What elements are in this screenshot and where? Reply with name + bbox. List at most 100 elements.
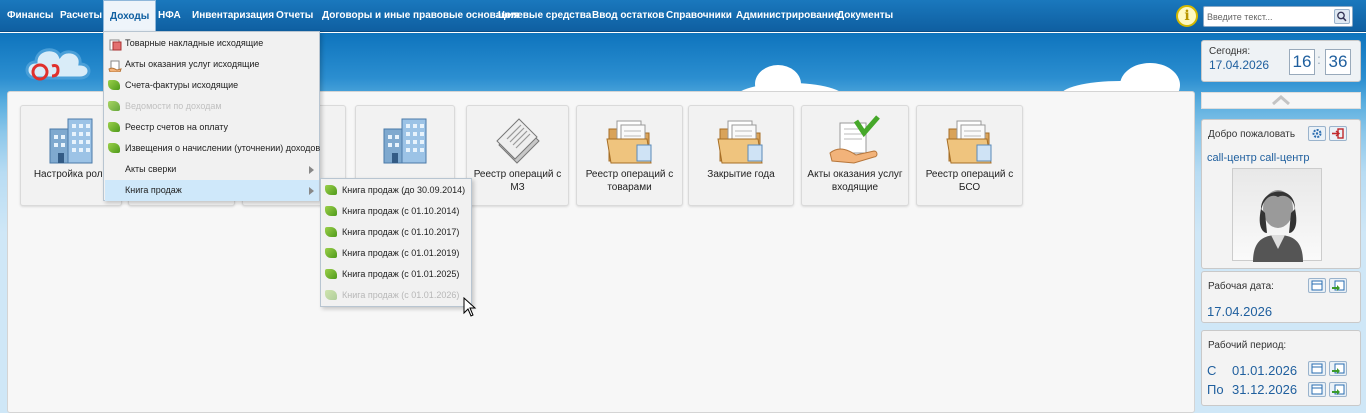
work-date-value: 17.04.2026 (1207, 304, 1273, 319)
leaf-icon (325, 290, 337, 301)
dropdown-item-2[interactable]: Счета-фактуры исходящие (105, 75, 319, 96)
submenu-item-label: Книга продаж (до 30.09.2014) (342, 185, 466, 195)
submenu-item-label: Книга продаж (с 01.01.2019) (342, 248, 460, 258)
submenu-item-label: Книга продаж (с 01.10.2014) (342, 206, 460, 216)
menu-item-0[interactable]: Финансы (7, 0, 53, 32)
period-to-calendar-button[interactable] (1308, 382, 1326, 397)
tile-label: Акты оказания услуг входящие (807, 169, 903, 193)
chevron-right-icon (309, 187, 314, 195)
menu-item-10[interactable]: Администрирование (736, 0, 840, 32)
gear-icon (1312, 129, 1322, 138)
work-date-calendar-button[interactable] (1308, 278, 1326, 293)
document-stack-icon (491, 115, 545, 167)
leaf-icon (108, 80, 120, 91)
submenu-item-2[interactable]: Книга продаж (с 01.10.2017) (322, 222, 471, 243)
settings-button[interactable] (1308, 126, 1326, 141)
menu-item-3[interactable]: НФА (158, 0, 181, 32)
period-to-label: По (1207, 382, 1224, 397)
dropdown-item-label: Ведомости по доходам (125, 101, 222, 111)
leaf-icon (325, 206, 337, 217)
logo-icon (25, 48, 91, 81)
period-from-value: 01.01.2026 (1232, 363, 1298, 378)
tile-label: Реестр операций с товарами (585, 169, 674, 193)
dropdown-item-3: Ведомости по доходам (105, 96, 319, 117)
calendar-icon (1311, 280, 1323, 291)
leaf-icon (108, 143, 120, 154)
tile-8[interactable]: Реестр операций с БСО (916, 105, 1023, 206)
search-icon (1337, 11, 1347, 22)
calendar-icon (1311, 363, 1323, 374)
period-to-apply-button[interactable] (1329, 382, 1347, 397)
menu-item-6[interactable]: Договоры и иные правовые основания (322, 0, 519, 32)
dropdown-item-0[interactable]: Товарные накладные исходящие (105, 33, 319, 54)
work-date-panel: Рабочая дата: 17.04.2026 (1201, 271, 1361, 323)
dropdown-item-6[interactable]: Акты сверки (105, 159, 319, 180)
dropdown-item-label: Акты сверки (125, 164, 177, 174)
period-from-apply-button[interactable] (1329, 361, 1347, 376)
menu-item-9[interactable]: Справочники (666, 0, 732, 32)
income-dropdown-menu: Товарные накладные исходящие Акты оказани… (103, 31, 320, 201)
work-date-apply-button[interactable] (1329, 278, 1347, 293)
period-from-calendar-button[interactable] (1308, 361, 1326, 376)
tile-6[interactable]: Закрытие года (688, 105, 794, 206)
chevron-up-icon (1272, 95, 1290, 106)
submenu-item-5: Книга продаж (с 01.01.2026) (322, 285, 471, 306)
folder-docs-icon (714, 115, 768, 167)
tile-label: Закрытие года (707, 169, 775, 180)
calendar-arrow-icon (1332, 280, 1345, 291)
folder-docs-icon (603, 115, 657, 167)
dropdown-item-4[interactable]: Реестр счетов на оплату (105, 117, 319, 138)
welcome-panel: Добро пожаловать call-центр call-центр (1201, 119, 1361, 269)
tile-5[interactable]: Реестр операций с товарами (576, 105, 683, 206)
dropdown-item-label: Счета-фактуры исходящие (125, 80, 239, 90)
logout-button[interactable] (1329, 126, 1347, 141)
tile-label: Реестр операций с БСО (925, 169, 1014, 193)
leaf-icon (108, 101, 120, 112)
submenu-item-1[interactable]: Книга продаж (с 01.10.2014) (322, 201, 471, 222)
leaf-icon (325, 269, 337, 280)
top-menu-bar: Финансы Расчеты Доходы НФА Инвентаризация Отч… (0, 0, 1366, 32)
menu-item-7[interactable]: Целевые средства (498, 0, 591, 32)
calendar-arrow-icon (1332, 384, 1345, 395)
dropdown-item-1[interactable]: Акты оказания услуг исходящие (105, 54, 319, 75)
leaf-icon (108, 122, 120, 133)
welcome-title: Добро пожаловать (1208, 129, 1296, 140)
submenu-item-label: Книга продаж (с 01.01.2025) (342, 269, 460, 279)
menu-item-5[interactable]: Отчеты (276, 0, 313, 32)
submenu-item-0[interactable]: Книга продаж (до 30.09.2014) (322, 180, 471, 201)
dropdown-item-7[interactable]: Книга продаж (105, 180, 319, 201)
dropdown-item-5[interactable]: Извещения о начислении (уточнении) доход… (105, 138, 321, 159)
clock-hours: 16 (1289, 49, 1315, 75)
menu-item-2[interactable]: Доходы (103, 0, 157, 32)
act-icon (108, 59, 122, 73)
dropdown-item-label: Извещения о начислении (уточнении) доход… (125, 143, 321, 153)
period-from-label: С (1207, 363, 1217, 378)
menu-item-1[interactable]: Расчеты (60, 0, 102, 32)
tile-7[interactable]: Акты оказания услуг входящие (801, 105, 909, 206)
calendar-icon (1311, 384, 1323, 395)
dropdown-item-label: Товарные накладные исходящие (125, 38, 264, 48)
menu-item-11[interactable]: Документы (837, 0, 893, 32)
collapse-bar[interactable] (1201, 92, 1361, 109)
info-icon[interactable]: i (1176, 5, 1198, 27)
today-label: Сегодня: (1209, 46, 1251, 57)
today-date: 17.04.2026 (1209, 58, 1270, 72)
menu-item-8[interactable]: Ввод остатков (592, 0, 664, 32)
logout-icon (1332, 128, 1344, 139)
menu-item-4[interactable]: Инвентаризация (192, 0, 274, 32)
folder-docs-icon (943, 115, 997, 167)
search-button[interactable] (1334, 9, 1350, 24)
buildings-icon (44, 115, 98, 167)
submenu-item-4[interactable]: Книга продаж (с 01.01.2025) (322, 264, 471, 285)
submenu-item-3[interactable]: Книга продаж (с 01.01.2019) (322, 243, 471, 264)
sales-book-submenu: Книга продаж (до 30.09.2014) Книга продаж… (320, 178, 472, 307)
dropdown-item-label: Книга продаж (125, 185, 182, 195)
clock-panel: Сегодня: 17.04.2026 16 : 36 (1201, 40, 1361, 82)
search-input[interactable] (1207, 9, 1333, 24)
calendar-arrow-icon (1332, 363, 1345, 374)
dropdown-item-label: Акты оказания услуг исходящие (125, 59, 260, 69)
work-period-title: Рабочий период: (1208, 340, 1287, 351)
tile-label: Реестр операций с МЗ (473, 169, 562, 193)
tile-4[interactable]: Реестр операций с МЗ (466, 105, 569, 206)
hands-check-icon (828, 115, 882, 167)
